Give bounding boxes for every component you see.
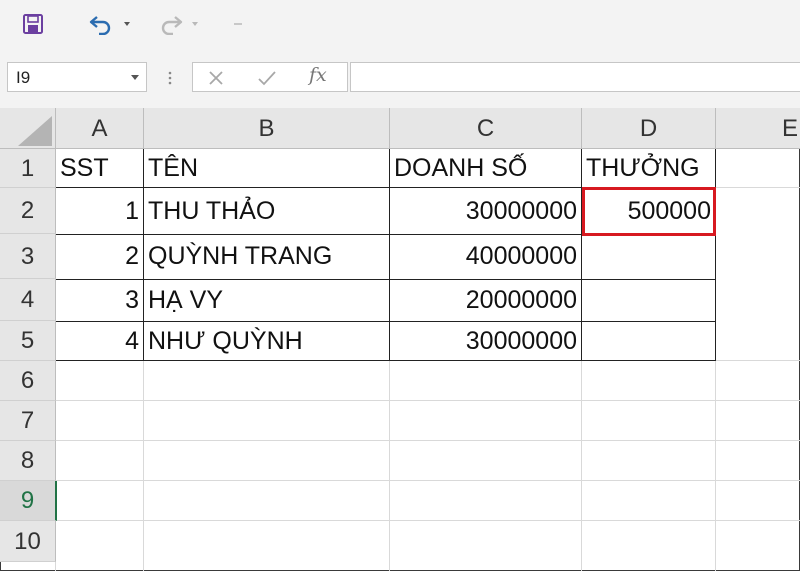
cell-c1[interactable]: DOANH SỐ [390, 149, 581, 188]
cancel-icon[interactable] [207, 69, 225, 87]
row-header-8[interactable]: 8 [0, 441, 56, 481]
cell-d1[interactable]: THƯỞNG [582, 149, 715, 188]
formula-input[interactable] [350, 62, 800, 92]
insert-function-icon[interactable]: fx [309, 64, 327, 86]
column-header-b[interactable]: B [144, 108, 390, 149]
cell-d5[interactable] [582, 321, 715, 361]
column-header-d[interactable]: D [582, 108, 716, 149]
cell-c2[interactable]: 30000000 [390, 188, 581, 234]
cell-a4[interactable]: 3 [56, 279, 143, 321]
cell-d4[interactable] [582, 279, 715, 321]
row-header-1[interactable]: 1 [0, 149, 56, 188]
cell-b3[interactable]: QUỲNH TRANG [144, 234, 389, 279]
cell-c4[interactable]: 20000000 [390, 279, 581, 321]
quick-access-toolbar [0, 0, 800, 52]
redo-dropdown-icon [192, 22, 198, 26]
chevron-down-icon[interactable] [131, 75, 139, 81]
row-header-9[interactable]: 9 [0, 481, 57, 521]
name-box-value: I9 [16, 68, 31, 87]
row-header-4[interactable]: 4 [0, 279, 56, 321]
undo-icon[interactable] [88, 13, 114, 35]
row-header-10[interactable]: 10 [0, 521, 56, 562]
cell-b5[interactable]: NHƯ QUỲNH [144, 321, 389, 361]
redo-icon [161, 16, 183, 35]
cell-b1[interactable]: TÊN [144, 149, 389, 188]
cell-b2[interactable]: THU THẢO [144, 188, 389, 234]
enter-check-icon[interactable] [257, 69, 277, 87]
row-header-5[interactable]: 5 [0, 321, 56, 361]
cell-a5[interactable]: 4 [56, 321, 143, 361]
cell-a1[interactable]: SST [56, 149, 143, 188]
column-header-e[interactable]: E [716, 108, 800, 149]
cell-d3[interactable] [582, 234, 715, 279]
cell-a2[interactable]: 1 [56, 188, 143, 234]
row-header-6[interactable]: 6 [0, 361, 56, 401]
formula-buttons: fx [192, 62, 348, 92]
column-header-c[interactable]: C [390, 108, 582, 149]
column-header-a[interactable]: A [56, 108, 144, 149]
cell-c3[interactable]: 40000000 [390, 234, 581, 279]
row-header-7[interactable]: 7 [0, 401, 56, 441]
cell-b4[interactable]: HẠ VY [144, 279, 389, 321]
select-all-icon [18, 116, 52, 146]
save-icon[interactable] [22, 13, 44, 35]
spreadsheet-grid: A B C D E 1 2 3 4 5 6 7 8 9 10 SST TÊN D… [0, 108, 800, 571]
select-all-corner[interactable] [0, 108, 56, 149]
row-header-2[interactable]: 2 [0, 188, 56, 234]
undo-dropdown-icon[interactable] [122, 20, 132, 28]
customize-toolbar-icon[interactable] [234, 23, 242, 25]
name-box[interactable]: I9 [7, 62, 147, 92]
highlight-box-d2 [582, 187, 716, 236]
row-header-3[interactable]: 3 [0, 234, 56, 279]
cell-c5[interactable]: 30000000 [390, 321, 581, 361]
more-options-icon[interactable] [168, 70, 172, 86]
cell-a3[interactable]: 2 [56, 234, 143, 279]
